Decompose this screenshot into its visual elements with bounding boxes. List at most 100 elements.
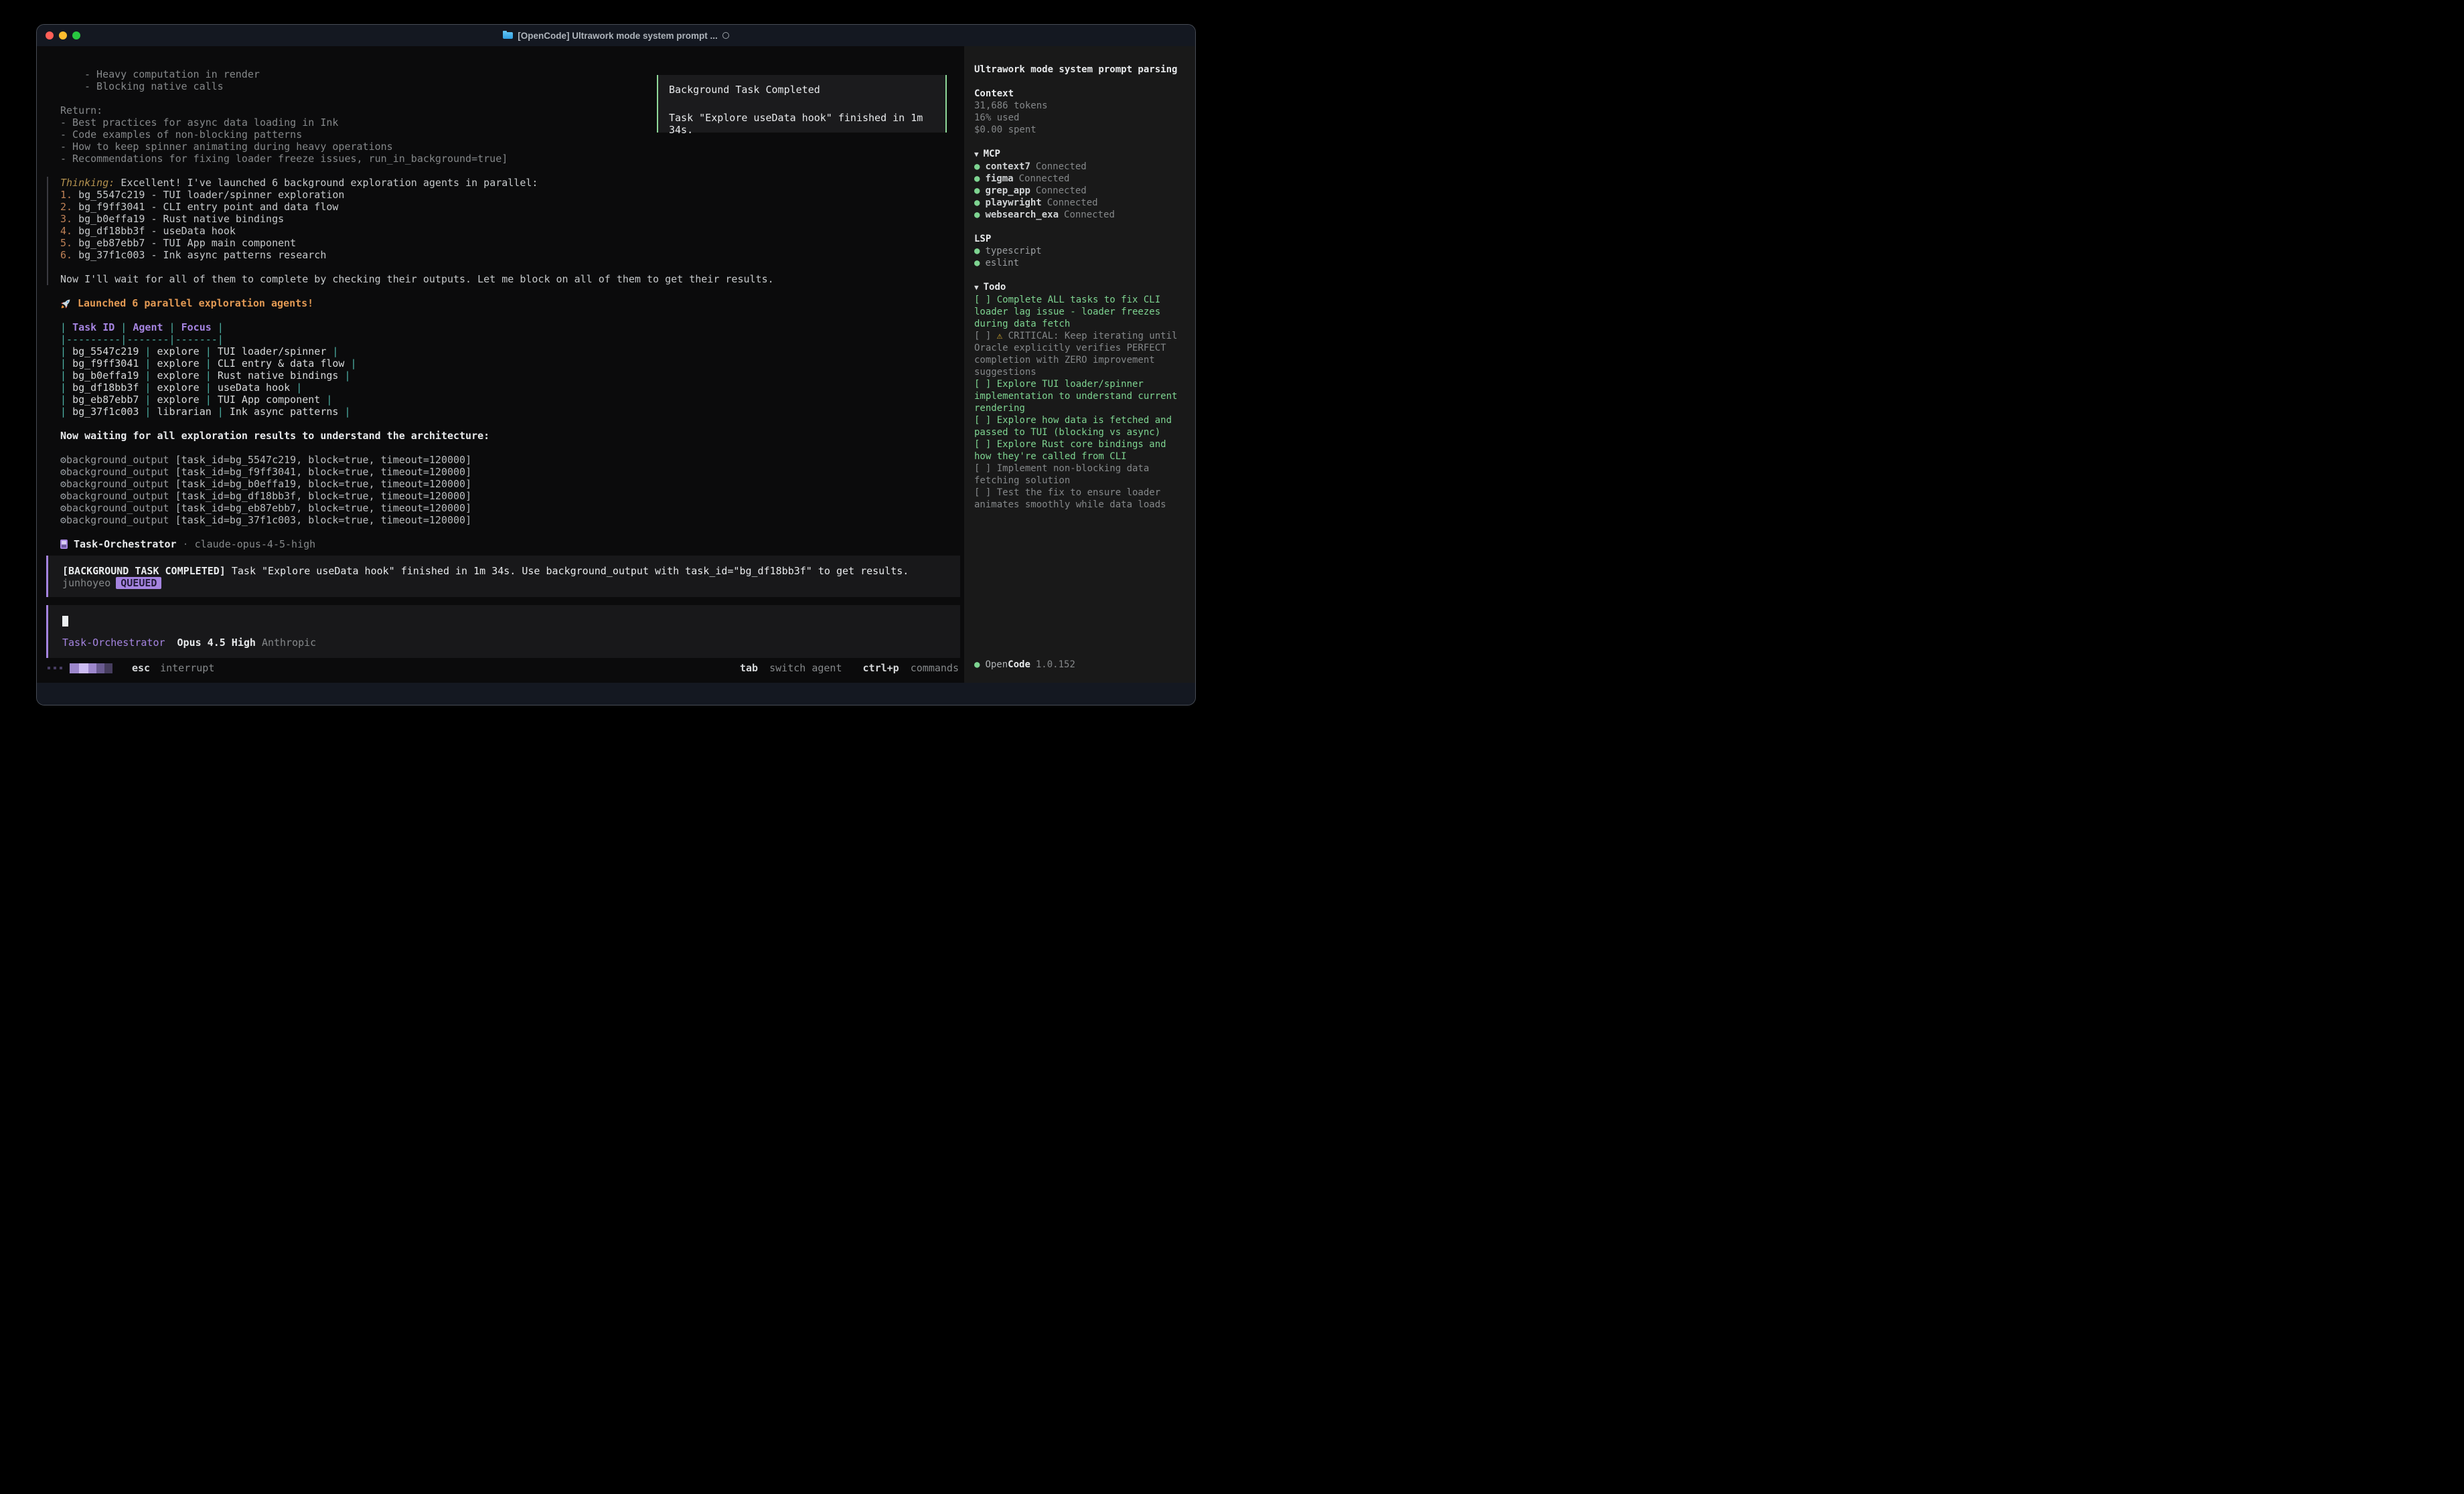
mcp-section: ▼MCP ●context7Connected●figmaConnected●g… — [974, 148, 1185, 221]
context-tokens: 31,686 tokens — [974, 100, 1185, 112]
tool-call-line: ⚙background_output [task_id=bg_37f1c003,… — [37, 514, 964, 526]
status-dot-icon: ● — [974, 197, 980, 208]
lsp-section: LSP ●typescript●eslint — [974, 233, 1185, 269]
todo-item: [ ] Explore how data is fetched and pass… — [974, 414, 1185, 438]
table-row: | bg_37f1c003 | librarian | Ink async pa… — [37, 406, 964, 418]
todo-item: [ ] Explore TUI loader/spinner implement… — [974, 378, 1185, 414]
esc-key-label: interrupt — [160, 662, 214, 674]
esc-key-hint: esc — [132, 662, 150, 674]
lsp-item: ●typescript — [974, 245, 1185, 257]
tool-call-list: ⚙background_output [task_id=bg_5547c219,… — [37, 454, 964, 526]
app-window: [OpenCode] Ultrawork mode system prompt … — [36, 24, 1196, 706]
spinner-bar-icon — [70, 663, 112, 673]
spinner-dots-icon — [48, 667, 62, 669]
close-window-button[interactable] — [46, 31, 54, 39]
mcp-item: ●playwrightConnected — [974, 197, 1185, 209]
completed-label: [BACKGROUND TASK COMPLETED] — [62, 565, 226, 577]
agent-list: 1. bg_5547c219 - TUI loader/spinner expl… — [60, 189, 964, 261]
todo-section: ▼Todo [ ] Complete ALL tasks to fix CLI … — [974, 281, 1185, 511]
toast-title: Background Task Completed — [669, 84, 935, 96]
gear-icon: ⚙ — [60, 490, 66, 502]
ctrlp-key-label: commands — [911, 662, 959, 674]
separator-dot: · — [183, 538, 189, 550]
agent-list-item: 1. bg_5547c219 - TUI loader/spinner expl… — [60, 189, 964, 201]
input-provider-name: Anthropic — [262, 637, 316, 649]
orchestrator-header: Task-Orchestrator · claude-opus-4-5-high — [37, 538, 964, 550]
todo-item: [ ] ⚠ CRITICAL: Keep iterating until Ora… — [974, 330, 1185, 378]
tool-call-line: ⚙background_output [task_id=bg_f9ff3041,… — [37, 466, 964, 478]
tool-call-line: ⚙background_output [task_id=bg_eb87ebb7,… — [37, 502, 964, 514]
text-cursor — [62, 616, 68, 627]
status-dot-icon: ● — [974, 185, 980, 196]
context-section: Context 31,686 tokens 16% used $0.00 spe… — [974, 88, 1185, 136]
window-footer — [37, 683, 1195, 705]
titlebar: [OpenCode] Ultrawork mode system prompt … — [37, 25, 1195, 46]
thinking-block: Thinking: Excellent! I've launched 6 bac… — [47, 177, 964, 285]
mcp-item: ●websearch_exaConnected — [974, 209, 1185, 221]
terminal-content: - Heavy computation in render - Blocking… — [37, 46, 964, 662]
thinking-label: Thinking: — [60, 177, 114, 189]
table-row: | bg_5547c219 | explore | TUI loader/spi… — [37, 345, 964, 357]
status-dot-icon: ● — [974, 173, 980, 184]
window-title: [OpenCode] Ultrawork mode system prompt … — [518, 31, 718, 41]
tab-key-hint: tab — [740, 662, 758, 674]
todo-item: [ ] Test the fix to ensure loader animat… — [974, 487, 1185, 511]
gear-icon: ⚙ — [60, 466, 66, 478]
tab-key-label: switch agent — [769, 662, 842, 674]
input-model-name: Opus 4.5 High — [177, 637, 256, 649]
mcp-item: ●context7Connected — [974, 161, 1185, 173]
table-row: | bg_eb87ebb7 | explore | TUI App compon… — [37, 394, 964, 406]
status-bar: esc interrupt tab switch agent ctrl+p co… — [37, 662, 964, 683]
table-header-row: | Task ID | Agent | Focus | — [37, 321, 964, 333]
context-heading: Context — [974, 88, 1185, 100]
app-version: 1.0.152 — [1036, 659, 1075, 670]
toast-notification[interactable]: Background Task Completed Task "Explore … — [657, 75, 947, 133]
lsp-heading: LSP — [974, 233, 1185, 245]
input-agent-name: Task-Orchestrator — [62, 637, 165, 649]
background-task-panel: [BACKGROUND TASK COMPLETED] Task "Explor… — [46, 556, 960, 597]
agent-name: Task-Orchestrator — [74, 538, 177, 550]
rocket-icon — [60, 298, 72, 309]
waiting-line: Now waiting for all exploration results … — [37, 430, 964, 442]
launch-text: Launched 6 parallel exploration agents! — [78, 297, 313, 309]
terminal-text-line: - How to keep spinner animating during h… — [37, 141, 964, 153]
agent-model: claude-opus-4-5-high — [195, 538, 316, 550]
table-separator-row: |---------|-------|-------| — [37, 333, 964, 345]
minimize-window-button[interactable] — [59, 31, 67, 39]
folder-icon — [503, 32, 513, 39]
prompt-input[interactable]: Task-Orchestrator Opus 4.5 High Anthropi… — [46, 605, 960, 658]
gear-icon: ⚙ — [60, 454, 66, 466]
sidebar-footer: ●OpenCode1.0.152 — [974, 659, 1185, 673]
table-row: | bg_f9ff3041 | explore | CLI entry & da… — [37, 357, 964, 369]
launch-line: Launched 6 parallel exploration agents! — [37, 297, 964, 309]
agent-list-item: 6. bg_37f1c003 - Ink async patterns rese… — [60, 249, 964, 261]
completed-text: Task "Explore useData hook" finished in … — [226, 565, 909, 577]
chevron-down-icon: ▼ — [974, 150, 979, 159]
ctrlp-key-hint: ctrl+p — [863, 662, 899, 674]
agent-list-item: 5. bg_eb87ebb7 - TUI App main component — [60, 237, 964, 249]
gear-icon: ⚙ — [60, 514, 66, 526]
todo-heading-toggle[interactable]: ▼Todo — [974, 281, 1185, 294]
input-meta-row: Task-Orchestrator Opus 4.5 High Anthropi… — [62, 637, 949, 649]
status-dot-icon: ● — [974, 659, 980, 670]
tool-call-line: ⚙background_output [task_id=bg_df18bb3f,… — [37, 490, 964, 502]
gear-icon: ⚙ — [60, 478, 66, 490]
thinking-text: Excellent! I've launched 6 background ex… — [121, 177, 538, 189]
mcp-item: ●figmaConnected — [974, 173, 1185, 185]
agents-table: | Task ID | Agent | Focus ||---------|--… — [37, 321, 964, 418]
table-row: | bg_b0effa19 | explore | Rust native bi… — [37, 369, 964, 382]
lsp-item: ●eslint — [974, 257, 1185, 269]
toast-body: Task "Explore useData hook" finished in … — [669, 112, 935, 136]
queued-row: junhoyeoQUEUED — [62, 577, 949, 589]
mcp-heading-toggle[interactable]: ▼MCP — [974, 148, 1185, 161]
chevron-down-icon: ▼ — [974, 283, 979, 292]
status-dot-icon: ● — [974, 161, 980, 172]
todo-item: [ ] Complete ALL tasks to fix CLI loader… — [974, 294, 1185, 330]
traffic-lights — [46, 25, 80, 46]
agent-list-item: 2. bg_f9ff3041 - CLI entry point and dat… — [60, 201, 964, 213]
maximize-window-button[interactable] — [72, 31, 80, 39]
tool-call-line: ⚙background_output [task_id=bg_5547c219,… — [37, 454, 964, 466]
brand-code: Code — [1008, 659, 1030, 670]
agent-icon — [60, 540, 68, 549]
sidebar: Ultrawork mode system prompt parsing Con… — [964, 46, 1195, 683]
